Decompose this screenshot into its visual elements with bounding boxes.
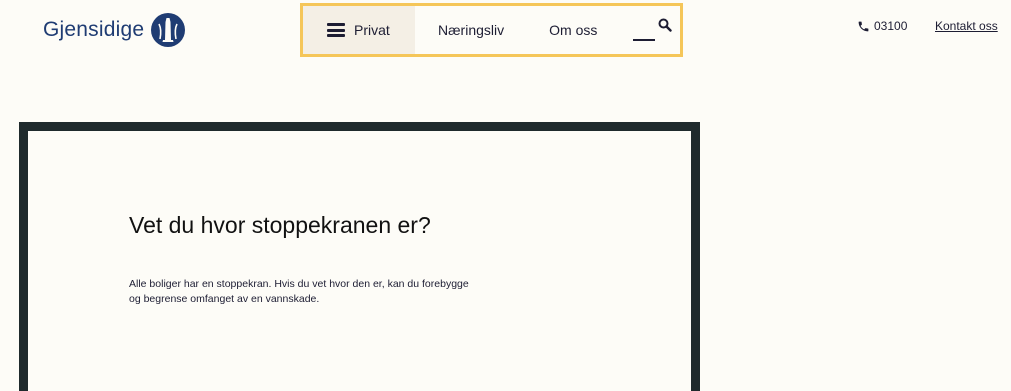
menu-icon[interactable] xyxy=(327,23,345,37)
nav-item-om-oss[interactable]: Om oss xyxy=(549,6,597,54)
card-title: Vet du hvor stoppekranen er? xyxy=(129,212,431,238)
nav-item-om-oss-label: Om oss xyxy=(549,22,598,38)
nav-item-privat[interactable]: Privat xyxy=(303,6,415,54)
info-card: Vet du hvor stoppekranen er? Alle bolige… xyxy=(19,122,700,391)
phone-link[interactable]: 03100 xyxy=(857,19,907,33)
phone-number: 03100 xyxy=(874,19,908,33)
nav-item-naeringsliv[interactable]: Næringsliv xyxy=(438,6,504,54)
search-icon[interactable] xyxy=(658,18,673,32)
logo-text: Gjensidige xyxy=(43,18,145,41)
search-input-underline[interactable] xyxy=(633,39,656,41)
contact-link[interactable]: Kontakt oss xyxy=(935,19,998,33)
logo-link[interactable]: Gjensidige xyxy=(43,12,186,48)
card-text: Alle boliger har en stoppekran. Hvis du … xyxy=(129,278,469,305)
search-button[interactable] xyxy=(633,6,673,54)
main-navigation: Privat Næringsliv Om oss xyxy=(300,3,683,57)
nav-item-naeringsliv-label: Næringsliv xyxy=(438,22,505,38)
phone-icon xyxy=(858,21,869,31)
nav-item-privat-label: Privat xyxy=(354,22,390,38)
gjensidige-lighthouse-icon xyxy=(151,13,186,47)
page: Gjensidige Privat Næringsliv Om oss 0310… xyxy=(0,0,1011,391)
